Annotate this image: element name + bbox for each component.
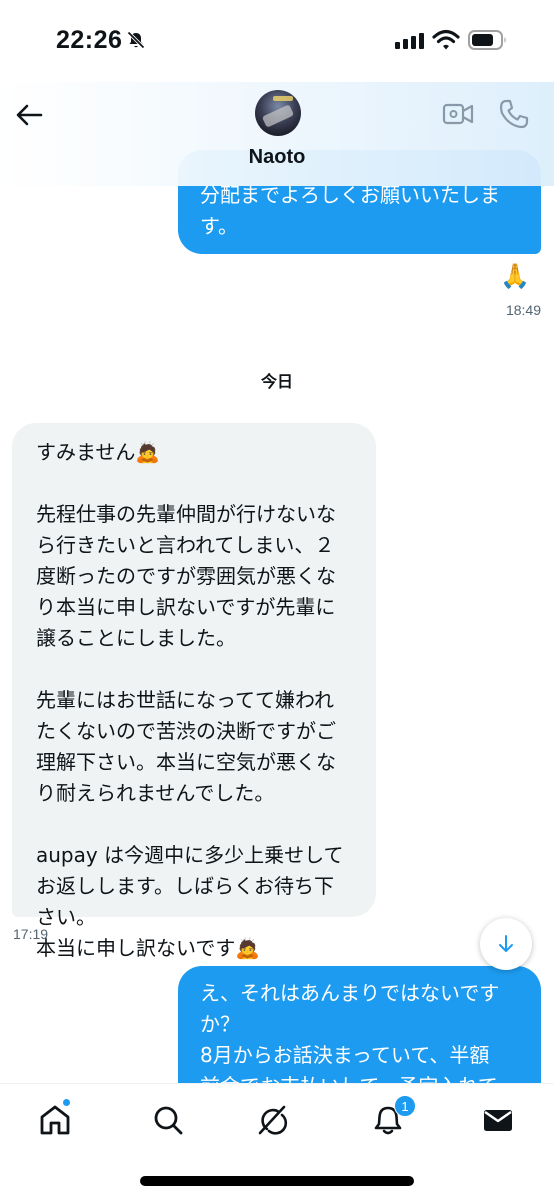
- message-line: す。: [200, 214, 238, 238]
- wifi-icon: [432, 29, 460, 55]
- avatar[interactable]: [255, 90, 301, 136]
- message-line: ら行きたいと言われてしまい、２: [36, 533, 335, 557]
- cellular-signal-icon: [395, 33, 424, 49]
- date-divider: 今日: [260, 372, 293, 391]
- back-button[interactable]: [12, 98, 46, 132]
- status-bar: 22:26: [0, 0, 554, 82]
- message-line: 譲ることにしました。: [36, 626, 236, 650]
- message-line: お返しします。しばらくお待ち下: [36, 874, 334, 898]
- arrow-down-icon: [499, 935, 513, 952]
- home-indicator: [140, 1176, 414, 1186]
- contact-name[interactable]: Naoto: [0, 146, 554, 169]
- grok-icon: [258, 1105, 288, 1135]
- message-line: 先輩にはお世話になってて嫌われ: [36, 688, 334, 712]
- incoming-message-bubble[interactable]: すみません🙇 先程仕事の先輩仲間が行けないな ら行きたいと言われてしまい、２ 度…: [12, 423, 376, 960]
- conversation-header: Naoto: [0, 82, 554, 186]
- notification-count-badge: 1: [394, 1095, 416, 1117]
- message-line: さい。: [36, 905, 96, 929]
- nav-grok[interactable]: [254, 1102, 290, 1138]
- video-camera-icon: [442, 103, 474, 125]
- status-time: 22:26: [56, 26, 123, 54]
- message-line: たくないので苦渋の決断ですがご: [36, 719, 336, 743]
- message-line: 本当に申し訳ないです🙇: [36, 936, 261, 960]
- arrow-left-icon: [16, 104, 43, 126]
- nav-home[interactable]: [37, 1102, 73, 1138]
- message-timestamp: 17:19: [13, 926, 49, 942]
- battery-icon: [468, 29, 508, 55]
- message-line: 度断ったのですが雰囲気が悪くな: [36, 564, 336, 588]
- phone-icon: [500, 99, 529, 129]
- voice-call-button[interactable]: [497, 97, 531, 131]
- message-line: 理解下さい。本当に空気が悪くな: [36, 750, 336, 774]
- home-icon: [40, 1105, 70, 1135]
- message-line: すみません🙇: [36, 440, 161, 464]
- messages-icon: [484, 1110, 512, 1131]
- scroll-to-bottom-button[interactable]: [480, 918, 532, 970]
- search-icon: [154, 1106, 183, 1135]
- reaction-emoji[interactable]: 🙏: [500, 262, 530, 290]
- message-line: 先程仕事の先輩仲間が行けないな: [36, 502, 336, 526]
- message-line: り耐えられませんでした。: [36, 781, 275, 805]
- video-call-button[interactable]: [441, 99, 475, 129]
- message-line: aupay は今週中に多少上乗せして: [36, 843, 344, 867]
- bell-off-icon: [126, 30, 146, 54]
- message-line: か？: [200, 1012, 240, 1036]
- nav-search[interactable]: [150, 1102, 186, 1138]
- nav-messages[interactable]: [480, 1102, 516, 1138]
- home-new-indicator: [62, 1098, 71, 1107]
- message-line: り本当に申し訳ないですが先輩に: [36, 595, 336, 619]
- message-line: え、それはあんまりではないです: [200, 981, 500, 1005]
- message-timestamp: 18:49: [505, 302, 541, 318]
- message-line: 8月からお話決まっていて、半額: [200, 1043, 490, 1067]
